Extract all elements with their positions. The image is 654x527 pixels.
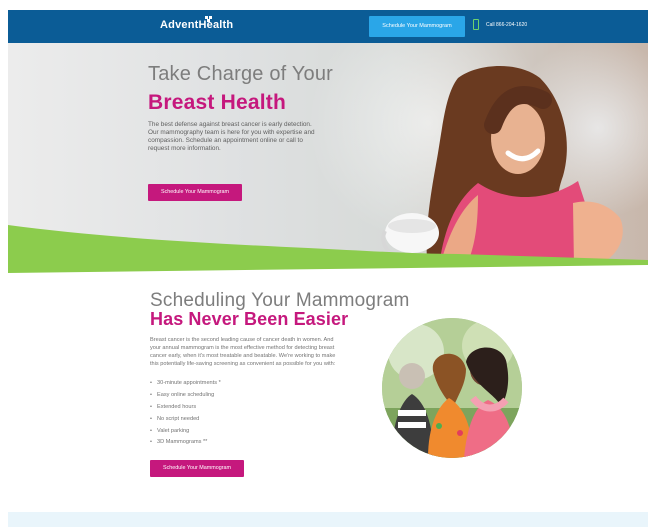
scheduling-description: Breast cancer is the second leading caus… [150,337,336,367]
benefits-list: 30-minute appointments * Easy online sch… [150,378,320,449]
hero-description: The best defense against breast cancer i… [148,121,315,152]
footer-band [8,512,648,527]
site-logo[interactable]: AdventHealth [160,19,233,31]
phone-link[interactable]: Call 866-204-1620 [486,22,527,28]
phone-icon [473,19,479,30]
schedule-mammogram-button-hero[interactable]: Schedule Your Mammogram [148,184,242,201]
hero-title-light: Take Charge of Your [148,63,334,85]
list-item: 30-minute appointments * [150,378,320,390]
schedule-mammogram-button-section[interactable]: Schedule Your Mammogram [150,460,244,477]
list-item: Extended hours [150,402,320,414]
list-item: Valet parking [150,426,320,438]
site-header: AdventHealth Schedule Your Mammogram Cal… [8,10,648,43]
list-item: 3D Mammograms ** [150,437,320,449]
hero-title-bold: Breast Health [148,91,286,114]
list-item: Easy online scheduling [150,390,320,402]
flower-cross-icon [205,16,213,23]
list-item: No script needed [150,414,320,426]
scheduling-title-bold: Has Never Been Easier [150,309,349,329]
schedule-mammogram-button-top[interactable]: Schedule Your Mammogram [369,16,465,37]
group-photo [382,318,522,458]
